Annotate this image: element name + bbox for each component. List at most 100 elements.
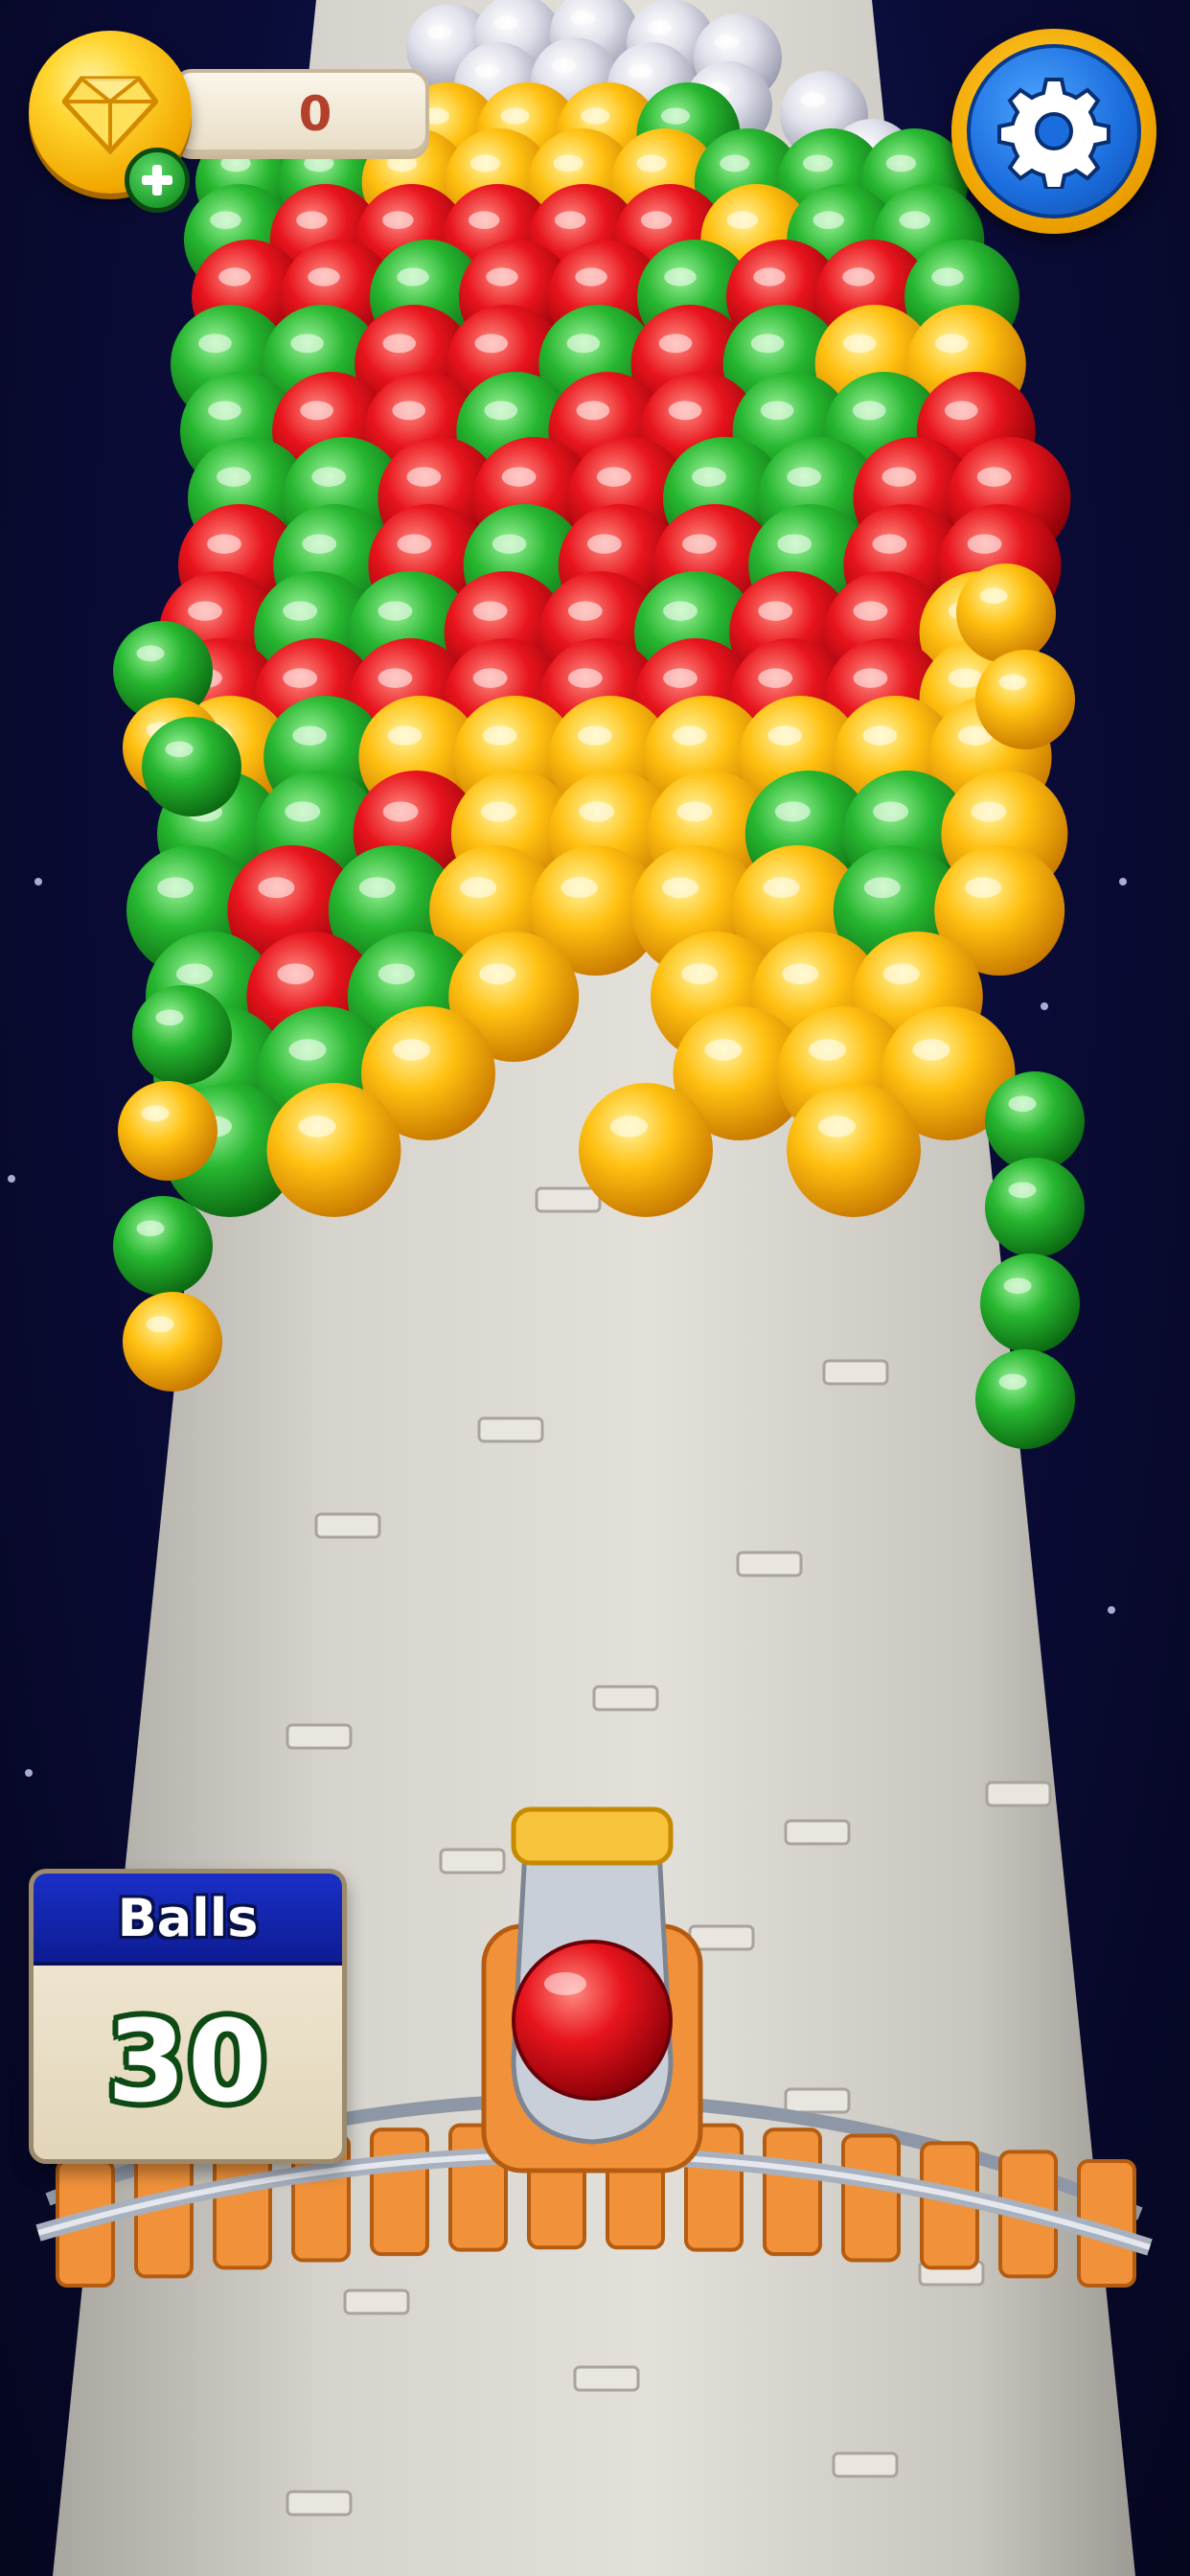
bubble-shine [586,534,622,554]
bubble-shine [308,267,340,287]
bubble-shine [976,467,1012,487]
settings-button[interactable] [951,29,1156,234]
bubble-shine [971,801,1007,822]
bubble-shine [787,467,822,487]
balls-remaining-panel: Balls 30 [29,1869,347,2164]
bubble-shine [155,1009,184,1026]
game-scene[interactable]: 0 Balls 30 [0,0,1190,2576]
bubble-shine [561,877,598,899]
bubble-shine [885,154,917,172]
bubble-shine [397,534,432,554]
bubble-shine [852,401,886,421]
bubble-shine [676,801,713,822]
bubble-shine [753,267,786,287]
yellow-bubble [975,650,1075,749]
tower-brick [286,1723,353,1750]
green-bubble [132,985,232,1085]
bubble-shine [493,15,519,31]
bubble-shine [1008,1095,1037,1113]
bubble-shine [628,63,653,79]
bubble-shine [808,1039,847,1061]
green-bubble [142,717,241,816]
bubble-shine [500,107,530,125]
bubble-shine [283,668,318,688]
bubble-shine [663,668,698,688]
bubble-shine [146,1316,174,1333]
bubble-shine [774,801,811,822]
tower-brick [477,1416,544,1443]
bubble-shine [136,645,165,662]
bubble-shine [596,467,631,487]
bubble-shine [661,877,699,899]
tower-brick [688,1924,755,1951]
gear-icon [997,78,1110,189]
tower-brick [822,1359,889,1386]
rail-tie [134,2150,194,2279]
bubble-shine [566,334,601,354]
bubble-shine [668,401,702,421]
bubble-shine [302,534,337,554]
yellow-bubble [956,564,1056,663]
bubble-shine [570,11,596,26]
bubble-shine [575,267,607,287]
bubble-shine [175,963,214,985]
tower-brick [314,1512,381,1539]
tower-brick [592,1685,659,1712]
bubble-shine [663,601,698,621]
bubble-shine [680,963,719,985]
bubble-shine [714,34,740,50]
bubble-shine [486,267,518,287]
bubble-shine [800,92,826,107]
bubble-shine [760,401,794,421]
bubble-shine [392,1039,431,1061]
bubble-shine [480,801,516,822]
bubble-shine [474,334,509,354]
yellow-bubble [266,1083,401,1217]
bubble-shine [210,211,241,229]
bubble-shine [782,963,819,985]
bubble-shine [392,401,426,421]
yellow-bubble [579,1083,713,1217]
bubble-shine [853,668,888,688]
rail-tie [370,2128,429,2257]
game-board[interactable] [0,0,1190,2576]
rail-tie [763,2128,822,2257]
bubble-shine [472,668,508,688]
bubble-shine [277,963,314,985]
settings-button-face [967,44,1141,218]
bubble-shine [474,63,500,79]
add-coins-button[interactable] [125,148,190,213]
loaded-red-bubble [512,1940,673,2101]
tower-brick [832,2451,899,2478]
balls-count: 30 [106,1995,269,2128]
bubble-shine [136,1220,165,1237]
bubble-shine [207,534,241,554]
bubble-shine [673,725,707,746]
bubble-shine [1008,1182,1037,1199]
balls-panel-header: Balls [34,1874,342,1966]
bubble-shine [156,877,195,899]
bubble-shine [767,725,803,746]
bubble-shine [397,267,429,287]
tower-brick [343,2288,410,2315]
balls-count-box: 30 [34,1966,342,2157]
bubble-shine [406,467,442,487]
tower-brick [784,1819,851,1846]
bubble-shine [577,725,612,746]
bubble-shine [842,334,877,354]
bubble-shine [863,877,901,899]
bubble-shine [934,334,969,354]
bubble-shine [636,154,667,172]
tower-brick [535,1186,602,1213]
cannon-muzzle [511,1806,674,1866]
bubble-shine [460,877,497,899]
tower-brick [573,2365,640,2392]
tower-brick [439,1848,506,1874]
bubble-shine [660,107,691,125]
bubble-shine [965,877,1002,899]
bubble-shine [567,668,603,688]
bubble-shine [567,601,603,621]
bubble-shine [720,154,750,172]
bubble-shine [378,668,413,688]
tower-brick [286,2490,353,2517]
